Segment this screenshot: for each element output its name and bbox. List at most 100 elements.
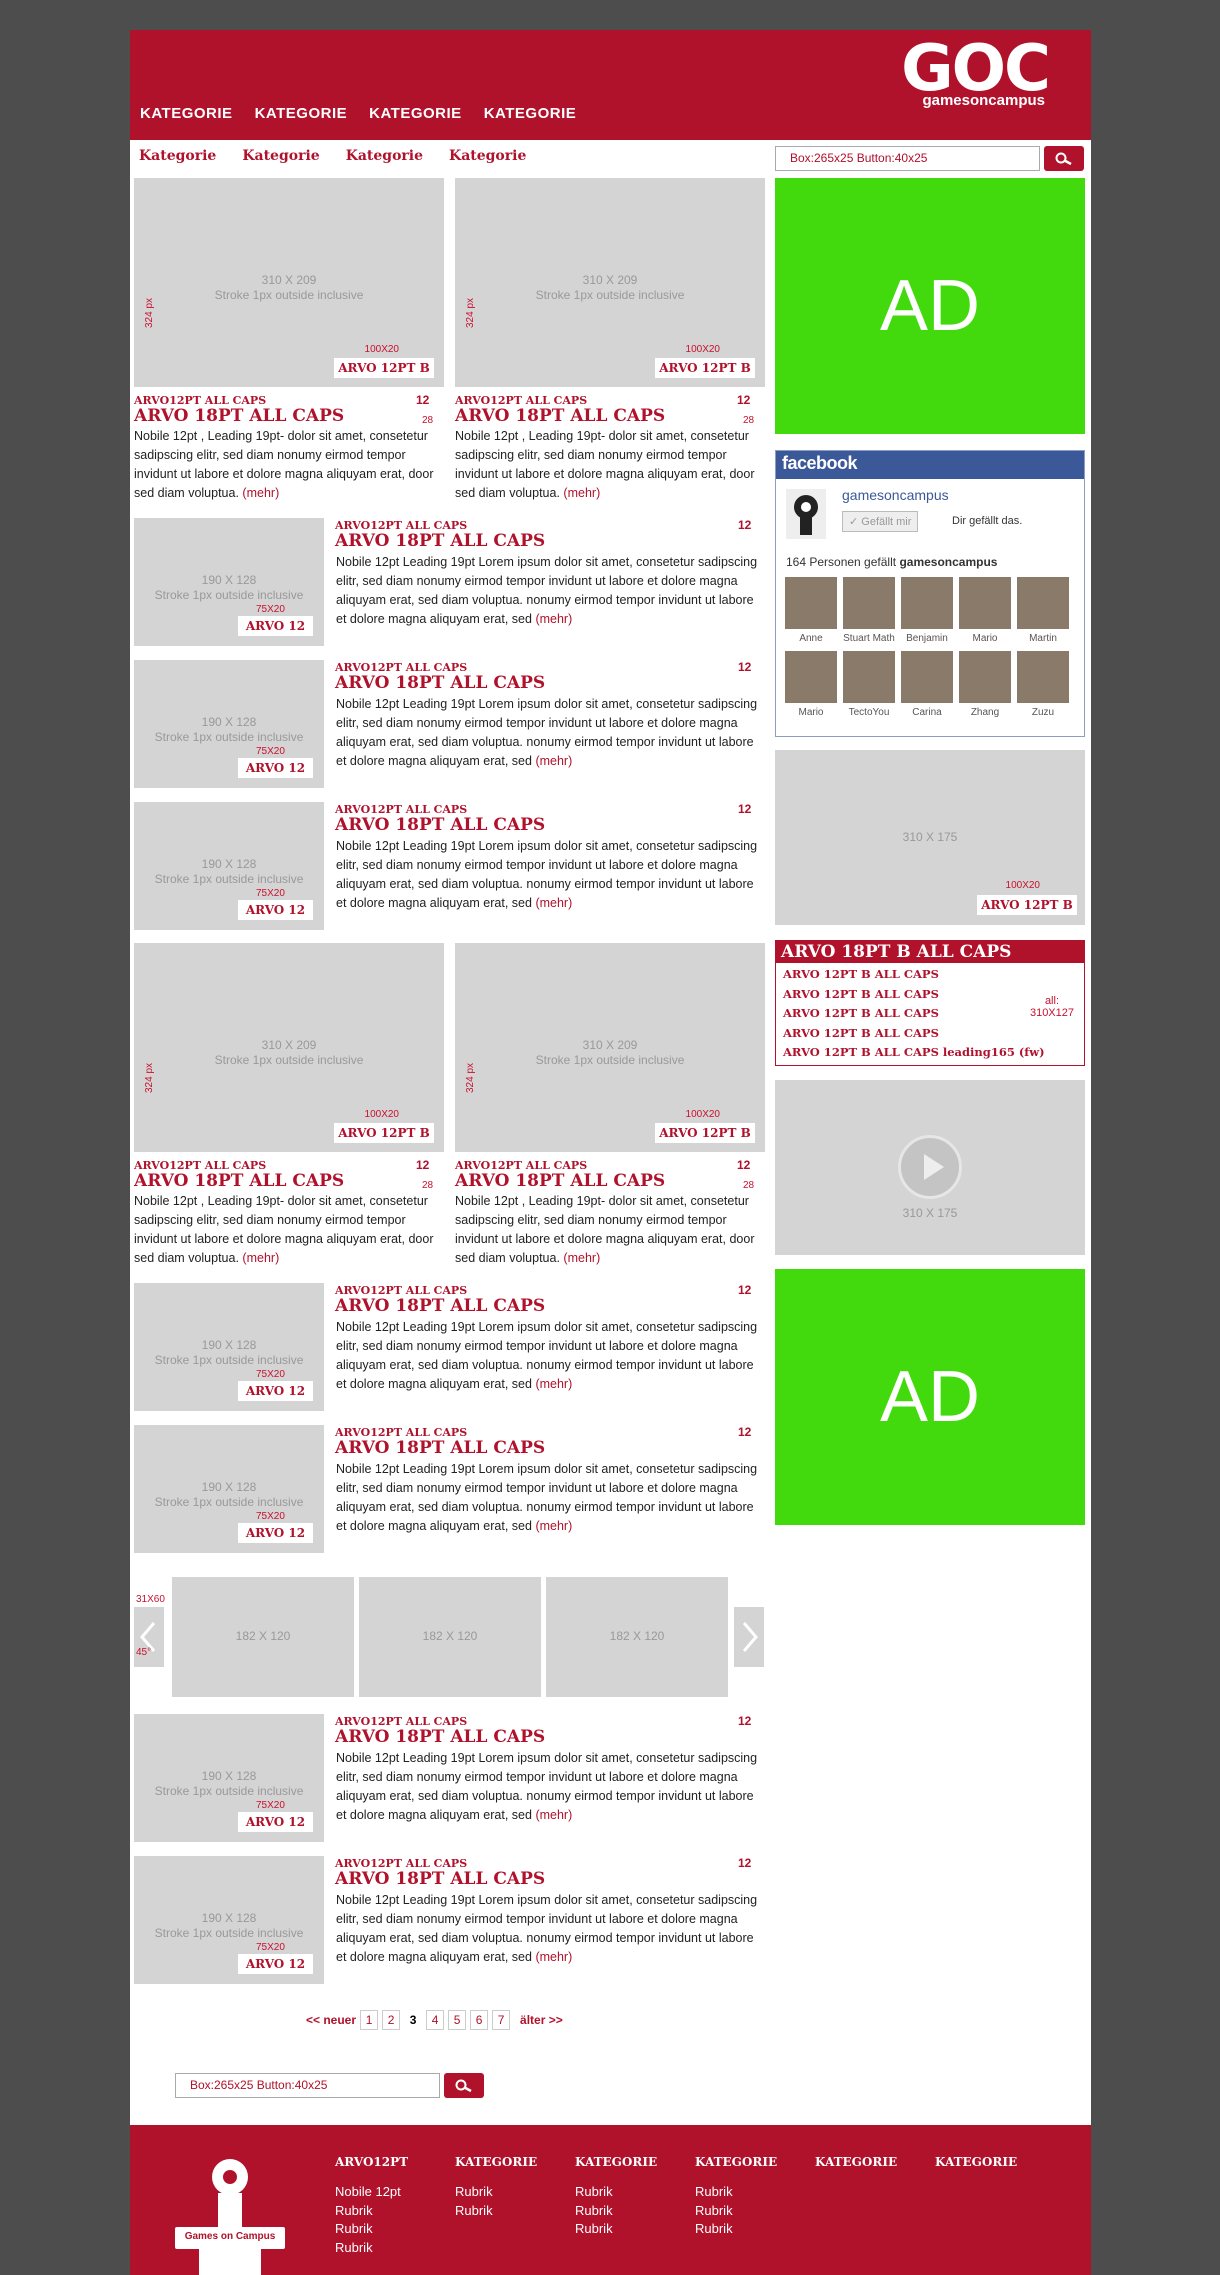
fan-item[interactable]: Carina	[900, 651, 954, 718]
search-button[interactable]	[444, 2073, 484, 2098]
more-link[interactable]: (mehr)	[535, 1950, 572, 1964]
nav-item[interactable]: KATEGORIE	[484, 105, 577, 122]
carousel-tile[interactable]: 182 X 120	[172, 1577, 354, 1697]
comment-count[interactable]: 12	[738, 660, 751, 674]
article-image[interactable]: 190 X 128 Stroke 1px outside inclusive 7…	[134, 1283, 324, 1411]
page-link[interactable]: 7	[492, 2010, 511, 2030]
fan-item[interactable]: Anne	[784, 577, 838, 644]
nav-item[interactable]: KATEGORIE	[255, 105, 348, 122]
top-list-item[interactable]: ARVO 12PT B ALL CAPS	[776, 1024, 1084, 1044]
comment-count[interactable]: 12	[737, 393, 750, 407]
comment-count[interactable]: 12	[738, 518, 751, 532]
top-list-item[interactable]: ARVO 12PT B ALL CAPS	[776, 965, 1084, 985]
comment-count[interactable]: 12	[737, 1158, 750, 1172]
article-image[interactable]: 310 X 209 Stroke 1px outside inclusive 1…	[455, 943, 765, 1152]
footer-heading[interactable]: ARVO12PT	[335, 2155, 408, 2169]
article-image[interactable]: 190 X 128 Stroke 1px outside inclusive 7…	[134, 1714, 324, 1842]
carousel-tile[interactable]: 182 X 120	[546, 1577, 728, 1697]
more-link[interactable]: (mehr)	[242, 1251, 279, 1265]
video-thumbnail[interactable]: 310 X 175	[775, 1080, 1085, 1255]
top-list-item[interactable]: ARVO 12PT B ALL CAPS leading165 (fw)	[776, 1043, 1084, 1063]
footer-link[interactable]: Rubrik	[335, 2239, 408, 2258]
article-image[interactable]: 190 X 128 Stroke 1px outside inclusive 7…	[134, 518, 324, 646]
nav-item[interactable]: KATEGORIE	[140, 105, 233, 122]
nav-item[interactable]: KATEGORIE	[369, 105, 462, 122]
article-image[interactable]: 310 X 209 Stroke 1px outside inclusive 1…	[455, 178, 765, 387]
article-title[interactable]: ARVO 18PT ALL CAPS	[134, 406, 344, 426]
footer-heading[interactable]: KATEGORIE	[695, 2155, 777, 2169]
newer-link[interactable]: << neuer	[306, 2013, 356, 2027]
footer-heading[interactable]: KATEGORIE	[575, 2155, 657, 2169]
page-link[interactable]: 2	[382, 2010, 401, 2030]
article-title[interactable]: ARVO 18PT ALL CAPS	[455, 406, 665, 426]
footer-link[interactable]: Rubrik	[695, 2183, 777, 2202]
article-image[interactable]: 190 X 128 Stroke 1px outside inclusive 7…	[134, 802, 324, 930]
footer-link[interactable]: Rubrik	[575, 2220, 657, 2239]
article-title[interactable]: ARVO 18PT ALL CAPS	[335, 1727, 545, 1747]
footer-heading[interactable]: KATEGORIE	[815, 2155, 897, 2169]
search-input[interactable]: Box:265x25 Button:40x25	[175, 2073, 440, 2098]
page-link[interactable]: 5	[448, 2010, 467, 2030]
more-link[interactable]: (mehr)	[535, 1519, 572, 1533]
carousel-next-button[interactable]	[734, 1607, 764, 1667]
fan-item[interactable]: Zuzu	[1016, 651, 1070, 718]
more-link[interactable]: (mehr)	[563, 1251, 600, 1265]
more-link[interactable]: (mehr)	[535, 1808, 572, 1822]
article-image[interactable]: 190 X 128 Stroke 1px outside inclusive 7…	[134, 1856, 324, 1984]
more-link[interactable]: (mehr)	[535, 612, 572, 626]
fan-item[interactable]: Martin	[1016, 577, 1070, 644]
search-input[interactable]: Box:265x25 Button:40x25	[775, 146, 1040, 171]
article-title[interactable]: ARVO 18PT ALL CAPS	[335, 531, 545, 551]
carousel-tile[interactable]: 182 X 120	[359, 1577, 541, 1697]
comment-count[interactable]: 12	[738, 802, 751, 816]
fan-item[interactable]: Zhang	[958, 651, 1012, 718]
footer-heading[interactable]: KATEGORIE	[455, 2155, 537, 2169]
footer-link[interactable]: Rubrik	[335, 2220, 408, 2239]
fan-item[interactable]: Mario	[784, 651, 838, 718]
fan-item[interactable]: TectoYou	[842, 651, 896, 718]
article-image[interactable]: 190 X 128 Stroke 1px outside inclusive 7…	[134, 1425, 324, 1553]
more-link[interactable]: (mehr)	[535, 1377, 572, 1391]
page-link[interactable]: 1	[360, 2010, 379, 2030]
older-link[interactable]: älter >>	[520, 2013, 563, 2027]
comment-count[interactable]: 12	[416, 393, 429, 407]
article-image[interactable]: 190 X 128 Stroke 1px outside inclusive 7…	[134, 660, 324, 788]
subnav-item[interactable]: Kategorie	[139, 148, 216, 164]
subnav-item[interactable]: Kategorie	[449, 148, 526, 164]
footer-heading[interactable]: KATEGORIE	[935, 2155, 1017, 2169]
more-link[interactable]: (mehr)	[535, 754, 572, 768]
facebook-page-name[interactable]: gamesoncampus	[842, 487, 949, 503]
more-link[interactable]: (mehr)	[535, 896, 572, 910]
footer-link[interactable]: Rubrik	[695, 2220, 777, 2239]
page-link[interactable]: 6	[470, 2010, 489, 2030]
fan-item[interactable]: Benjamin	[900, 577, 954, 644]
article-title[interactable]: ARVO 18PT ALL CAPS	[335, 673, 545, 693]
like-button[interactable]: ✓ Gefällt mir	[842, 511, 919, 532]
promo-image[interactable]: 310 X 175 100X20 ARVO 12PT B	[775, 750, 1085, 925]
footer-link[interactable]: Rubrik	[335, 2202, 408, 2221]
article-title[interactable]: ARVO 18PT ALL CAPS	[134, 1171, 344, 1191]
article-title[interactable]: ARVO 18PT ALL CAPS	[335, 1296, 545, 1316]
footer-link[interactable]: Rubrik	[575, 2183, 657, 2202]
carousel-prev-button[interactable]	[134, 1607, 164, 1667]
article-title[interactable]: ARVO 18PT ALL CAPS	[455, 1171, 665, 1191]
more-link[interactable]: (mehr)	[563, 486, 600, 500]
page-link-current[interactable]: 3	[404, 2010, 422, 2030]
comment-count[interactable]: 12	[416, 1158, 429, 1172]
ad-banner[interactable]: AD	[775, 178, 1085, 434]
article-title[interactable]: ARVO 18PT ALL CAPS	[335, 1438, 545, 1458]
play-icon[interactable]	[898, 1135, 962, 1199]
subnav-item[interactable]: Kategorie	[346, 148, 423, 164]
article-image[interactable]: 310 X 209 Stroke 1px outside inclusive 1…	[134, 943, 444, 1152]
footer-link[interactable]: Rubrik	[575, 2202, 657, 2221]
comment-count[interactable]: 12	[738, 1425, 751, 1439]
comment-count[interactable]: 12	[738, 1856, 751, 1870]
footer-link[interactable]: Rubrik	[695, 2202, 777, 2221]
ad-banner[interactable]: AD	[775, 1269, 1085, 1525]
article-image[interactable]: 310 X 209 Stroke 1px outside inclusive 1…	[134, 178, 444, 387]
footer-link[interactable]: Nobile 12pt	[335, 2183, 408, 2202]
footer-link[interactable]: Rubrik	[455, 2183, 537, 2202]
subnav-item[interactable]: Kategorie	[242, 148, 319, 164]
fan-item[interactable]: Mario	[958, 577, 1012, 644]
page-link[interactable]: 4	[426, 2010, 445, 2030]
